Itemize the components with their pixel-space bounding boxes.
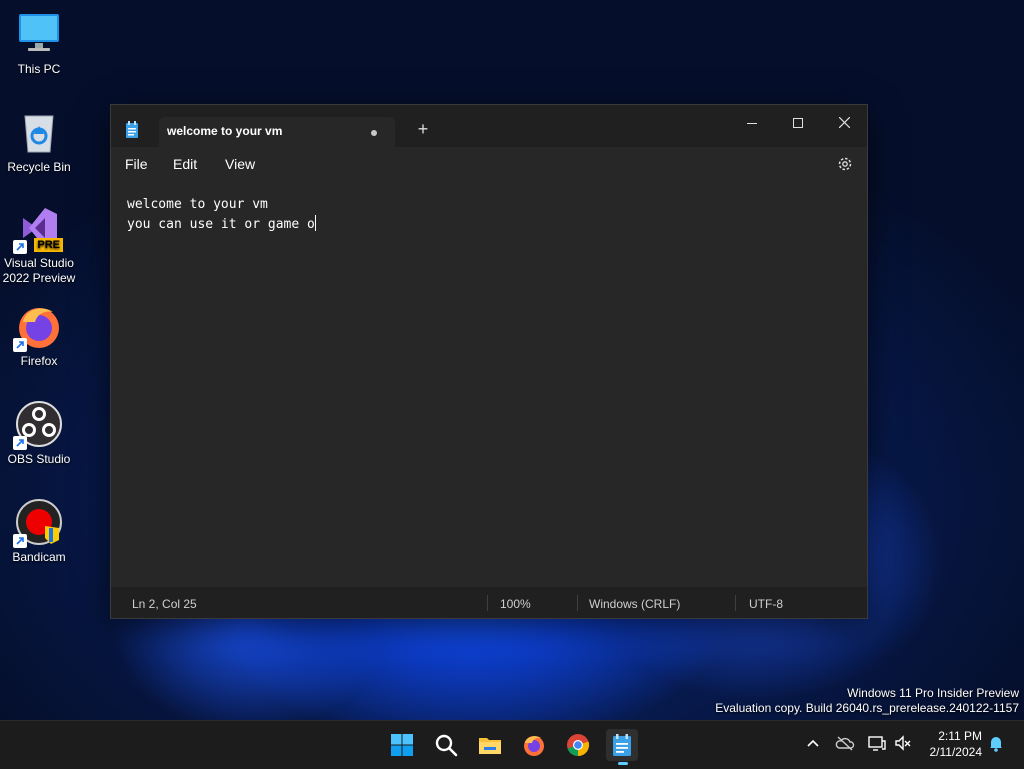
new-tab-button[interactable]: + <box>413 119 433 140</box>
minimize-button[interactable] <box>729 109 775 139</box>
firefox-icon <box>524 736 544 756</box>
desktop-icon-label: Firefox <box>20 354 58 368</box>
chrome-taskbar-button[interactable] <box>562 729 594 761</box>
firefox-taskbar-button[interactable] <box>518 729 550 761</box>
active-indicator <box>618 762 628 765</box>
tab-welcome[interactable]: welcome to your vm <box>159 117 395 147</box>
zoom-level: 100% <box>500 597 531 611</box>
maximize-icon <box>793 118 803 128</box>
firefox-icon <box>13 302 63 352</box>
desktop-icon-this-pc[interactable]: This PC <box>0 10 78 77</box>
system-clock[interactable]: 2:11 PM 2/11/2024 <box>930 728 983 760</box>
pre-badge: PRE <box>34 238 63 252</box>
close-button[interactable] <box>821 109 867 139</box>
shortcut-arrow-icon <box>13 240 27 254</box>
shortcut-arrow-icon <box>13 338 27 352</box>
editor-line-1: welcome to your vm <box>127 197 268 212</box>
onedrive-icon[interactable] <box>835 733 855 753</box>
search-button[interactable] <box>430 729 462 761</box>
monitor-icon <box>15 10 63 58</box>
recycle-bin-icon <box>15 108 63 156</box>
desktop-icon-obs-studio[interactable]: OBS Studio <box>0 400 78 467</box>
text-caret <box>314 215 316 231</box>
clock-time: 2:11 PM <box>938 729 982 743</box>
visual-studio-icon: PRE <box>13 204 63 254</box>
settings-gear-icon[interactable] <box>837 156 853 172</box>
watermark-line-1: Windows 11 Pro Insider Preview <box>847 686 1019 700</box>
notepad-window: welcome to your vm + File Edit View welc… <box>110 104 868 619</box>
search-icon <box>435 734 458 757</box>
editor-line-2: you can use it or game o <box>127 215 316 232</box>
desktop-icon-firefox[interactable]: Firefox <box>0 302 78 369</box>
file-explorer-button[interactable] <box>474 729 506 761</box>
volume-muted-icon[interactable] <box>893 733 913 753</box>
desktop-icon-label: Visual Studio 2022 Preview <box>2 256 76 285</box>
shortcut-arrow-icon <box>13 436 27 450</box>
minimize-icon <box>747 123 757 124</box>
notepad-app-icon <box>125 121 139 139</box>
file-explorer-icon <box>479 738 501 754</box>
notepad-icon <box>613 734 631 756</box>
menu-view[interactable]: View <box>225 156 255 172</box>
start-icon <box>391 734 413 756</box>
desktop-icon-label: OBS Studio <box>7 452 71 466</box>
chevron-up-icon <box>807 739 819 747</box>
unsaved-dot-icon[interactable] <box>371 130 377 136</box>
clock-date: 2/11/2024 <box>929 745 983 759</box>
taskbar: 2:11 PM 2/11/2024 <box>0 720 1024 769</box>
start-button[interactable] <box>386 729 418 761</box>
shortcut-arrow-icon <box>13 534 27 548</box>
network-icon[interactable] <box>867 733 887 753</box>
show-hidden-icons-button[interactable] <box>803 733 823 753</box>
status-bar: Ln 2, Col 25 100% Windows (CRLF) UTF-8 <box>111 587 867 618</box>
cursor-position: Ln 2, Col 25 <box>132 597 197 611</box>
desktop-icon-label: This PC <box>17 62 61 76</box>
notification-bell-icon[interactable] <box>986 733 1006 753</box>
desktop-icon-recycle-bin[interactable]: Recycle Bin <box>0 108 78 175</box>
menu-bar: File Edit View <box>111 147 867 181</box>
tab-title: welcome to your vm <box>167 124 283 138</box>
desktop-icon-bandicam[interactable]: Bandicam <box>0 498 78 565</box>
encoding: UTF-8 <box>749 597 783 611</box>
line-ending: Windows (CRLF) <box>589 597 681 611</box>
text-editor[interactable]: welcome to your vm you can use it or gam… <box>111 181 867 587</box>
menu-edit[interactable]: Edit <box>173 156 197 172</box>
close-icon <box>838 116 850 129</box>
bandicam-icon <box>13 498 63 548</box>
chrome-icon <box>567 734 590 757</box>
maximize-button[interactable] <box>775 109 821 139</box>
notepad-taskbar-button[interactable] <box>606 729 638 765</box>
desktop-icon-label: Recycle Bin <box>7 160 71 174</box>
desktop-icon-visual-studio[interactable]: PRE Visual Studio 2022 Preview <box>0 204 78 286</box>
menu-file[interactable]: File <box>125 156 148 172</box>
obs-icon <box>13 400 63 450</box>
title-bar[interactable]: welcome to your vm + <box>111 105 867 147</box>
watermark-line-2: Evaluation copy. Build 26040.rs_prerelea… <box>715 701 1019 715</box>
desktop-icon-label: Bandicam <box>12 550 66 564</box>
